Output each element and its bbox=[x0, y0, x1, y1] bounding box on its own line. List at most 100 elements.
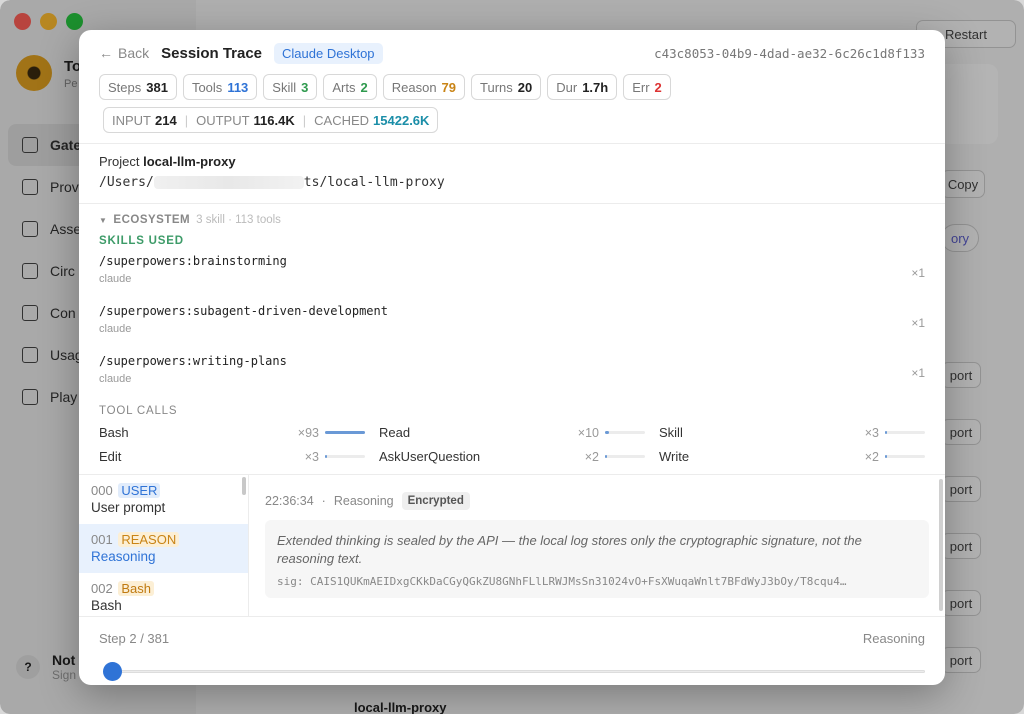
modal-header: ← Back Session Trace Claude Desktop c43c… bbox=[79, 30, 945, 144]
skill-count: ×1 bbox=[911, 316, 925, 330]
step-kind: Reasoning bbox=[333, 494, 394, 508]
step-counter: Step 2 / 381 bbox=[99, 631, 170, 646]
tool-usage-bar bbox=[605, 431, 645, 434]
ecosystem-section: ▼ ECOSYSTEM 3 skill · 113 tools SKILLS U… bbox=[79, 204, 945, 465]
encrypted-badge: Encrypted bbox=[401, 492, 470, 510]
tool-count: ×10 bbox=[577, 425, 599, 440]
input-value: 214 bbox=[155, 112, 177, 128]
stat-tools: Tools 113 bbox=[182, 74, 258, 100]
project-name: local-llm-proxy bbox=[143, 154, 236, 169]
step-viewer: 000 USER User prompt 001 REASON Reasoning 00… bbox=[79, 474, 945, 616]
tool-usage-fill bbox=[605, 431, 609, 434]
cached-label: CACHED bbox=[314, 112, 370, 128]
skills-list: /superpowers:brainstorming claude ×1/super… bbox=[99, 254, 925, 397]
tool-item: Bash ×93 bbox=[99, 424, 379, 441]
skill-name: /superpowers:writing-plans bbox=[99, 354, 287, 368]
output-label: OUTPUT bbox=[196, 112, 250, 128]
skill-name: /superpowers:subagent-driven-development bbox=[99, 304, 388, 318]
step-list-scrollbar[interactable] bbox=[242, 477, 246, 495]
skill-item[interactable]: /superpowers:writing-plans claude ×1 bbox=[99, 354, 925, 397]
stat-skill: Skill 3 bbox=[263, 74, 318, 100]
tool-item: AskUserQuestion ×2 bbox=[379, 448, 659, 465]
project-path: /Users/ts/local-llm-proxy bbox=[99, 175, 445, 190]
tool-item: Edit ×3 bbox=[99, 448, 379, 465]
redacted-path bbox=[153, 176, 304, 189]
skills-used-label: SKILLS USED bbox=[99, 235, 184, 247]
slider-thumb[interactable] bbox=[103, 662, 122, 681]
session-trace-modal: ← Back Session Trace Claude Desktop c43c… bbox=[79, 30, 945, 685]
skill-count: ×1 bbox=[911, 266, 925, 280]
skill-item[interactable]: /superpowers:brainstorming claude ×1 bbox=[99, 254, 925, 297]
step-tag: Bash bbox=[118, 581, 154, 596]
tool-usage-bar bbox=[605, 455, 645, 458]
step-number: 002 bbox=[91, 581, 113, 596]
step-item[interactable]: 001 REASON Reasoning bbox=[79, 524, 248, 573]
tool-usage-fill bbox=[325, 455, 327, 458]
tool-usage-bar bbox=[885, 455, 925, 458]
step-number: 000 bbox=[91, 483, 113, 498]
slider-track[interactable] bbox=[103, 670, 925, 673]
step-slider[interactable] bbox=[99, 661, 925, 681]
tool-calls-grid: Bash ×93 Read ×10 Skill ×3 Edit ×3 AskUserQuesti… bbox=[99, 424, 925, 465]
stat-err: Err 2 bbox=[623, 74, 671, 100]
skill-count: ×1 bbox=[911, 366, 925, 380]
step-label: Bash bbox=[91, 598, 122, 613]
tool-count: ×2 bbox=[584, 449, 599, 464]
tool-name: Skill bbox=[659, 425, 683, 440]
modal-footer: Step 2 / 381 Reasoning bbox=[79, 616, 945, 685]
step-tag: USER bbox=[118, 483, 161, 498]
step-label: Reasoning bbox=[91, 549, 156, 564]
tool-count: ×3 bbox=[304, 449, 319, 464]
stats-row: Steps 381 Tools 113 Skill 3 Arts 2 Reason 79 Turns… bbox=[99, 74, 925, 100]
tool-usage-fill bbox=[885, 455, 887, 458]
skill-source: claude bbox=[99, 273, 132, 285]
tool-name: Read bbox=[379, 425, 411, 440]
tool-item: Write ×2 bbox=[659, 448, 925, 465]
tool-item: Skill ×3 bbox=[659, 424, 925, 441]
tool-calls-label: TOOL CALLS bbox=[99, 405, 178, 417]
reasoning-box: Extended thinking is sealed by the API —… bbox=[265, 520, 929, 598]
step-item[interactable]: 002 Bash Bash bbox=[79, 573, 248, 616]
step-item[interactable]: 000 USER User prompt bbox=[79, 475, 248, 524]
cached-value: 15422.6K bbox=[373, 112, 430, 128]
triangle-down-icon: ▼ bbox=[99, 215, 108, 225]
tool-usage-fill bbox=[885, 431, 887, 434]
reasoning-message: Extended thinking is sealed by the API —… bbox=[277, 533, 862, 566]
input-label: INPUT bbox=[112, 112, 151, 128]
ecosystem-summary: 3 skill · 113 tools bbox=[196, 214, 281, 226]
detail-scrollbar[interactable] bbox=[939, 479, 943, 611]
step-tag: REASON bbox=[118, 532, 180, 547]
tool-usage-fill bbox=[325, 431, 365, 434]
tool-name: Write bbox=[659, 449, 690, 464]
tool-usage-bar bbox=[885, 431, 925, 434]
project-label: Project bbox=[99, 154, 140, 169]
skill-source: claude bbox=[99, 323, 132, 335]
stat-steps: Steps 381 bbox=[99, 74, 177, 100]
source-badge: Claude Desktop bbox=[274, 42, 383, 64]
skill-source: claude bbox=[99, 373, 132, 385]
reasoning-signature: sig: CAIS1QUKmAEIDxgCKkDaCGyQGkZU8GNhFLl… bbox=[277, 575, 847, 588]
stat-reason: Reason 79 bbox=[382, 74, 466, 100]
ecosystem-toggle[interactable]: ▼ ECOSYSTEM 3 skill · 113 tools bbox=[99, 214, 925, 226]
step-detail: 22:36:34 · Reasoning Encrypted Extended … bbox=[249, 475, 945, 616]
current-step-kind: Reasoning bbox=[862, 631, 925, 646]
session-id: c43c8053-04b9-4dad-ae32-6c26c1d8f133 bbox=[654, 45, 925, 61]
step-time: 22:36:34 bbox=[265, 494, 314, 508]
tool-usage-fill bbox=[605, 455, 607, 458]
tool-name: AskUserQuestion bbox=[379, 449, 481, 464]
back-button[interactable]: ← Back bbox=[99, 45, 149, 61]
tool-usage-bar bbox=[325, 455, 365, 458]
tool-item: Read ×10 bbox=[379, 424, 659, 441]
output-value: 116.4K bbox=[253, 112, 295, 128]
token-usage: INPUT 214 | OUTPUT 116.4K | CACHED 15422.6K bbox=[103, 107, 439, 133]
step-number: 001 bbox=[91, 532, 113, 547]
arrow-left-icon: ← bbox=[99, 45, 113, 61]
skill-item[interactable]: /superpowers:subagent-driven-development… bbox=[99, 304, 925, 347]
tool-count: ×93 bbox=[297, 425, 319, 440]
tool-usage-bar bbox=[325, 431, 365, 434]
skill-name: /superpowers:brainstorming bbox=[99, 254, 287, 268]
project-section: Project local-llm-proxy /Users/ts/local-… bbox=[79, 144, 945, 204]
stat-dur: Dur 1.7h bbox=[547, 74, 618, 100]
tool-name: Edit bbox=[99, 449, 122, 464]
step-list[interactable]: 000 USER User prompt 001 REASON Reasoning 00… bbox=[79, 475, 249, 616]
